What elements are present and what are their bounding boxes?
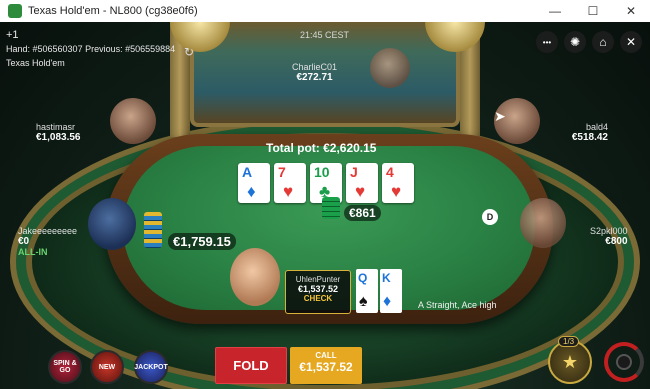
avatar-top[interactable] [370,48,410,88]
table-close-icon[interactable]: ✕ [620,31,642,53]
hand-info: +1 Hand: #506560307 Previous: #506559884… [6,28,175,70]
clock: 21:45 CEST [300,30,350,40]
board-card: A ♦ [238,163,270,203]
replay-icon[interactable]: ↻ [184,45,194,59]
player-seat-right[interactable]: bald4 €518.42 [568,122,608,143]
board-card: 4 ♥ [382,163,414,203]
avatar-left[interactable] [110,98,156,144]
player-name: hastimasr [36,122,76,132]
player-seat-left[interactable]: hastimasr €1,083.56 [36,122,81,143]
player-stack: €518.42 [571,132,608,143]
player-name: bald4 [585,122,608,132]
left-bet-amount: €1,759.15 [168,233,236,250]
center-chip-stack [322,197,340,219]
player-seat-lower-right[interactable]: S2pkl000 €800 [590,226,628,247]
new-promo[interactable]: NEW [90,350,124,384]
mouse-cursor-icon: ➤ [494,108,506,124]
player-stack: €272.71 [296,72,333,83]
player-name: Jakeeeeeeeee [18,226,78,236]
call-label: CALL [315,351,337,360]
game-type: Texas Hold'em [6,58,65,68]
window-close-button[interactable]: ✕ [612,0,650,22]
table-count[interactable]: +1 [6,28,175,42]
hero-name: UhlenPunter [295,275,341,284]
hole-card-2: K ♦ [380,269,402,313]
jackpot-promo[interactable]: JACKPOT [134,350,168,384]
app-icon [8,4,22,18]
player-seat-top[interactable]: CharlieC01 €272.71 [292,62,337,83]
hand-numbers[interactable]: Hand: #506560307 Previous: #506559884 [6,42,175,56]
hole-card-1: Q ♠ [356,269,378,313]
hand-strength-label: A Straight, Ace high [418,300,497,310]
player-stack: €0 [18,236,30,247]
avatar-lower-left[interactable] [88,198,136,250]
player-seat-lower-left[interactable]: Jakeeeeeeeee €0 ALL-IN [18,226,77,257]
center-bet-amount: €861 [344,205,381,221]
spin-go-promo[interactable]: SPIN & GO [48,350,82,384]
avatar-lower-right[interactable] [520,198,566,248]
player-stack: €1,083.56 [36,132,81,143]
hero-seat[interactable]: UhlenPunter €1,537.52 CHECK [285,270,351,314]
time-bank-ring[interactable] [604,342,644,382]
board-card: 7 ♥ [274,163,306,203]
window-titlebar: Texas Hold'em - NL800 (cg38e0f6) — ☐ ✕ [0,0,650,22]
hero-last-action: CHECK [303,294,333,303]
settings-icon[interactable]: ✺ [564,31,586,53]
time-bank-icon [616,354,632,370]
board-card: J ♥ [346,163,378,203]
player-stack: €800 [605,236,628,247]
minimize-button[interactable]: — [536,0,574,22]
window-title: Texas Hold'em - NL800 (cg38e0f6) [28,5,198,17]
more-options-icon[interactable]: ••• [536,31,558,53]
call-button[interactable]: CALL €1,537.52 [290,347,362,384]
top-controls: ••• ✺ ⌂ ✕ [536,31,642,53]
all-in-badge: ALL-IN [18,247,48,257]
hero-avatar[interactable] [230,248,280,306]
dealer-button: D [482,209,498,225]
lobby-home-icon[interactable]: ⌂ [592,31,614,53]
maximize-button[interactable]: ☐ [574,0,612,22]
player-name: S2pkl000 [590,226,628,236]
total-pot: Total pot: €2,620.15 [266,141,377,155]
mission-count: 1/3 [558,336,580,347]
fold-button[interactable]: FOLD [215,347,287,384]
player-name: CharlieC01 [292,62,338,72]
call-amount: €1,537.52 [299,360,353,374]
star-icon: ★ [561,351,579,372]
hero-stack: €1,537.52 [297,284,339,294]
left-chip-stack [144,212,162,248]
